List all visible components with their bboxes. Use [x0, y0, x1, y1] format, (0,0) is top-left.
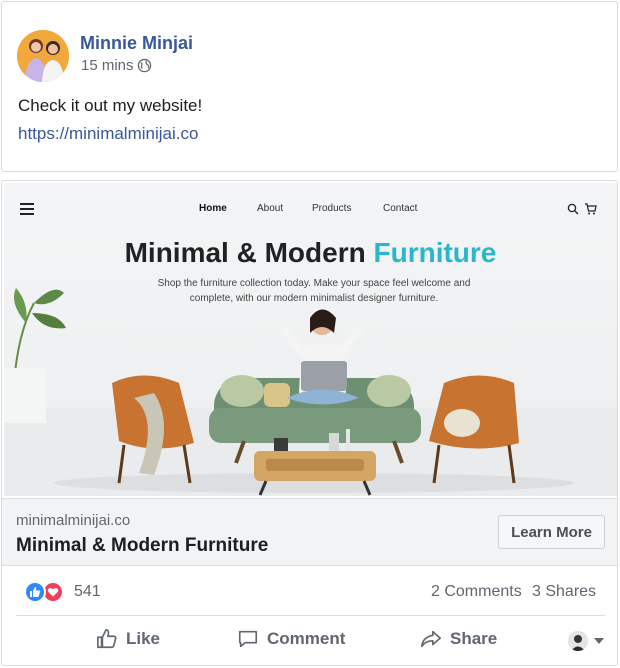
hero-nav-about: About: [257, 203, 284, 214]
link-preview-card[interactable]: Home About Products Contact Minimal & Mo…: [1, 180, 618, 666]
comment-button[interactable]: Comment: [237, 628, 345, 650]
link-title[interactable]: Minimal & Modern Furniture: [16, 535, 268, 557]
like-label: Like: [126, 629, 161, 648]
preview-image[interactable]: Home About Products Contact Minimal & Mo…: [4, 183, 617, 496]
post-time[interactable]: 15 mins: [81, 57, 134, 74]
cart-icon: [585, 203, 597, 215]
reaction-summary[interactable]: 541: [24, 581, 101, 603]
share-label: Share: [450, 629, 498, 648]
chevron-down-icon: [594, 638, 604, 644]
comments-count[interactable]: 2 Comments: [431, 583, 522, 601]
hero-description: Shop the furniture collection today. Mak…: [157, 278, 471, 304]
hero-nav-contact: Contact: [383, 203, 418, 214]
comment-label: Comment: [267, 629, 346, 648]
hero-nav-products: Products: [312, 203, 352, 214]
search-icon: [567, 203, 579, 215]
globe-icon: [137, 58, 151, 73]
learn-more-button[interactable]: Learn More: [498, 515, 605, 549]
shares-count[interactable]: 3 Shares: [532, 583, 596, 601]
thumbs-up-icon: [24, 581, 46, 603]
post-header-card: Minnie Minjai 15 mins Check it out my we…: [1, 1, 618, 172]
hero-nav-home: Home: [199, 203, 227, 214]
share-arrow-icon: [421, 630, 441, 648]
post-link[interactable]: https://minimalminijai.co: [18, 124, 198, 144]
hero-nav: Home About Products Contact: [4, 203, 617, 217]
audience-selector[interactable]: [568, 631, 604, 651]
like-button[interactable]: Like: [96, 628, 160, 650]
hero-illustration: [4, 288, 617, 496]
menu-icon: [20, 203, 34, 215]
comment-icon: [238, 630, 258, 648]
author-name[interactable]: Minnie Minjai: [80, 33, 193, 54]
link-domain: minimalminijai.co: [16, 512, 131, 529]
divider: [16, 615, 605, 616]
author-avatar[interactable]: [17, 30, 69, 82]
post-text: Check it out my website!: [18, 96, 203, 115]
hero-headline-main: Minimal & Modern: [124, 237, 374, 268]
thumbs-up-outline-icon: [97, 629, 117, 649]
viewer-avatar: [568, 631, 588, 651]
hero-headline: Minimal & Modern Furniture: [4, 237, 617, 269]
hero-headline-accent: Furniture: [373, 237, 497, 268]
post-meta: 15 mins: [81, 57, 152, 74]
link-info-bar[interactable]: minimalminijai.co Minimal & Modern Furni…: [2, 498, 617, 566]
share-button[interactable]: Share: [420, 628, 497, 650]
reaction-count: 541: [74, 583, 101, 600]
